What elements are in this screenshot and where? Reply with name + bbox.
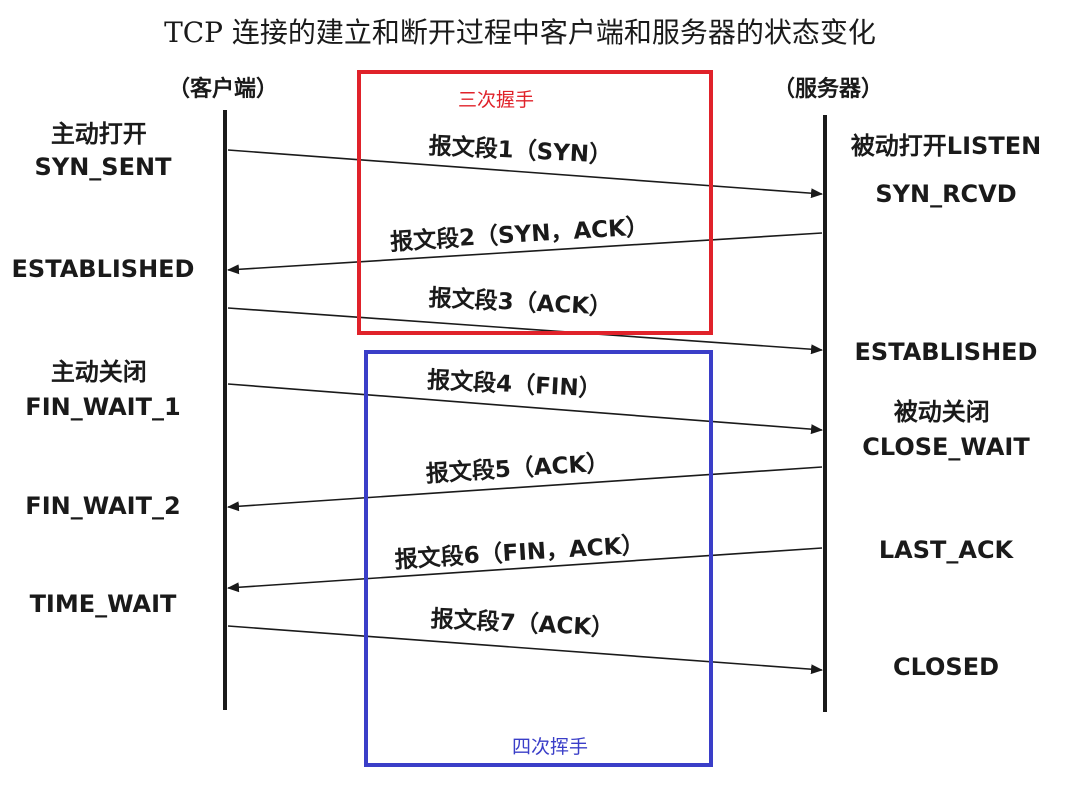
four-way-wave-label: 四次挥手	[512, 736, 588, 758]
client-state-time-wait: TIME_WAIT	[30, 590, 177, 618]
server-state-closed: CLOSED	[893, 653, 999, 681]
server-state-syn-rcvd: SYN_RCVD	[875, 180, 1016, 208]
sequence-diagram-svg: TCP 连接的建立和断开过程中客户端和服务器的状态变化 （客户端） （服务器） …	[12, 16, 1041, 767]
client-state-active-close: 主动关闭 FIN_WAIT_1	[25, 358, 180, 421]
tcp-state-diagram: TCP 连接的建立和断开过程中客户端和服务器的状态变化 （客户端） （服务器） …	[0, 0, 1065, 786]
client-state-active-close-line1: 主动关闭	[51, 358, 147, 386]
server-header: （服务器）	[773, 77, 883, 102]
client-header: （客户端）	[168, 76, 278, 102]
server-state-close-wait: CLOSE_WAIT	[862, 433, 1030, 461]
client-state-established: ESTABLISHED	[12, 255, 195, 283]
segment-7-label: 报文段7（ACK）	[430, 605, 615, 642]
segment-3-label: 报文段3（ACK）	[428, 284, 613, 321]
server-state-last-ack: LAST_ACK	[879, 536, 1015, 564]
three-way-handshake-label: 三次握手	[458, 89, 534, 111]
segment-6-label: 报文段6（FIN，ACK）	[394, 531, 645, 573]
server-state-listen: 被动打开LISTEN	[851, 132, 1041, 160]
client-state-fin-wait-1: FIN_WAIT_1	[25, 393, 180, 421]
segment-1-label: 报文段1（SYN）	[428, 132, 613, 169]
segment-5-label: 报文段5（ACK）	[425, 449, 610, 487]
segment-2-label: 报文段2（SYN，ACK）	[389, 213, 649, 256]
client-state-active-open-line1: 主动打开	[51, 120, 147, 148]
segment-4-label: 报文段4（FIN）	[427, 366, 603, 402]
server-state-passive-close-line1: 被动关闭	[894, 398, 990, 426]
client-state-active-open: 主动打开 SYN_SENT	[35, 120, 173, 181]
client-state-syn-sent: SYN_SENT	[35, 153, 173, 181]
server-state-passive-close: 被动关闭 CLOSE_WAIT	[862, 398, 1030, 461]
server-state-established: ESTABLISHED	[855, 338, 1038, 366]
diagram-title: TCP 连接的建立和断开过程中客户端和服务器的状态变化	[164, 16, 876, 49]
client-state-fin-wait-2: FIN_WAIT_2	[25, 492, 180, 520]
